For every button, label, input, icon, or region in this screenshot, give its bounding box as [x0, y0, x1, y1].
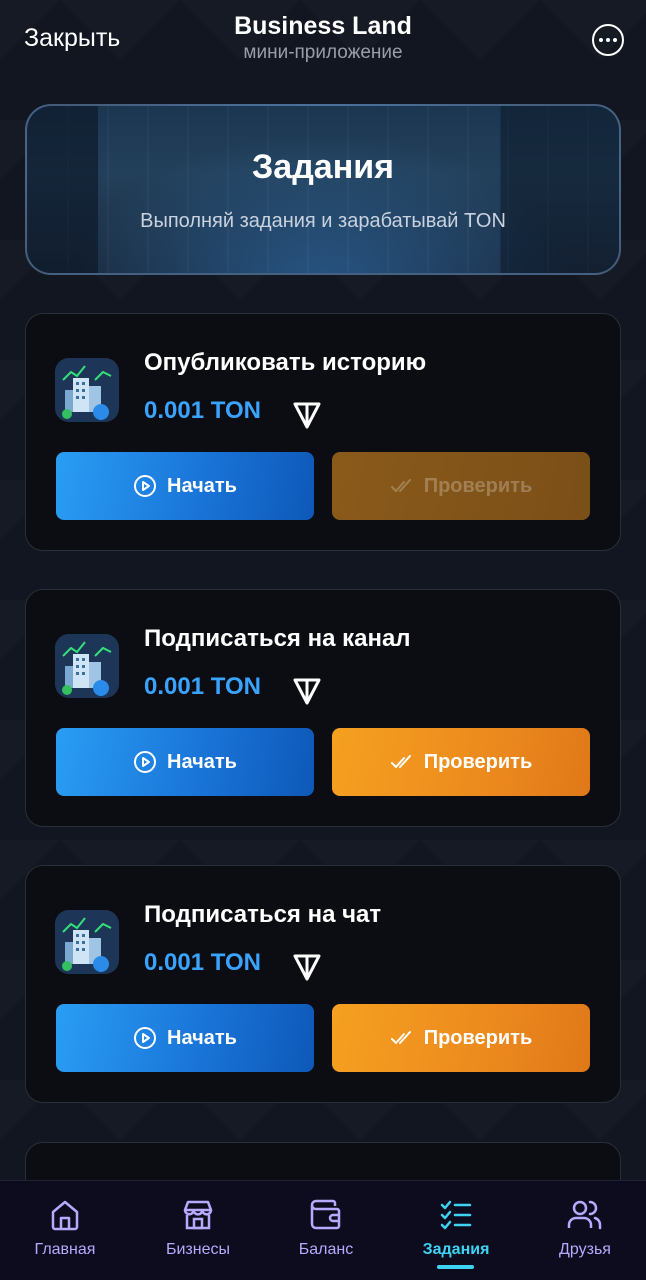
store-icon: [183, 1200, 213, 1230]
users-icon: [567, 1200, 602, 1230]
wallet-icon: [310, 1199, 341, 1230]
dot: [606, 38, 610, 42]
play-circle-icon: [134, 1027, 157, 1049]
nav-item-tasks[interactable]: Задания: [391, 1197, 521, 1259]
start-button-label: Начать: [167, 750, 237, 773]
check-button[interactable]: Проверить: [332, 728, 590, 796]
top-bar: Закрыть Business Land мини-приложение: [0, 0, 646, 84]
nav-item-businesses[interactable]: Бизнесы: [133, 1197, 263, 1259]
ton-icon: [293, 678, 321, 705]
play-circle-icon: [134, 475, 157, 497]
nav-item-home[interactable]: Главная: [0, 1197, 130, 1259]
task-card: Подписаться на канал 0.001 TON Начать Пр…: [25, 589, 621, 827]
task-reward: 0.001 TON: [144, 673, 261, 700]
double-check-icon: [390, 755, 411, 768]
nav-label-businesses: Бизнесы: [165, 1241, 230, 1258]
check-button-label: Проверить: [423, 750, 533, 773]
task-city-icon: [55, 634, 119, 698]
dot: [613, 38, 617, 42]
app-title-block: Business Land мини-приложение: [0, 10, 646, 64]
nav-label-home: Главная: [34, 1241, 96, 1258]
app-subtitle: мини-приложение: [243, 42, 403, 63]
task-title: Подписаться на чат: [144, 901, 382, 928]
task-title: Подписаться на канал: [144, 625, 411, 652]
task-card: Подписаться на чат 0.001 TON Начать Пров…: [25, 865, 621, 1103]
start-button-label: Начать: [167, 1026, 237, 1049]
bottom-navigation: Главная Бизнесы Баланс Задания Друзья: [0, 1180, 646, 1280]
nav-item-balance[interactable]: Баланс: [261, 1197, 391, 1259]
task-card: Опубликовать историю 0.001 TON Начать Пр…: [25, 313, 621, 551]
hero-background-image: [27, 106, 619, 273]
start-button-label: Начать: [167, 474, 237, 497]
dot: [599, 38, 603, 42]
nav-label-tasks: Задания: [422, 1241, 490, 1258]
start-button[interactable]: Начать: [56, 1004, 314, 1072]
check-button-label: Проверить: [423, 1026, 533, 1049]
nav-item-friends[interactable]: Друзья: [520, 1197, 646, 1259]
ton-icon: [293, 954, 321, 981]
check-button-label: Проверить: [423, 474, 533, 497]
double-check-icon: [390, 479, 411, 492]
tasks-icon: [440, 1200, 472, 1230]
double-check-icon: [390, 1031, 411, 1044]
task-city-icon: [55, 358, 119, 422]
hero-title: Задания: [252, 148, 394, 186]
check-button[interactable]: Проверить: [332, 1004, 590, 1072]
nav-label-balance: Баланс: [298, 1241, 354, 1258]
active-tab-indicator: [437, 1265, 474, 1269]
task-reward: 0.001 TON: [144, 949, 261, 976]
start-button[interactable]: Начать: [56, 728, 314, 796]
check-button[interactable]: Проверить: [332, 452, 590, 520]
hero-subtitle: Выполняй задания и зарабатывай TON: [140, 210, 506, 232]
task-reward: 0.001 TON: [144, 397, 261, 424]
start-button[interactable]: Начать: [56, 452, 314, 520]
nav-label-friends: Друзья: [559, 1241, 611, 1258]
ton-icon: [293, 402, 321, 429]
task-title: Опубликовать историю: [144, 349, 427, 376]
home-icon: [51, 1200, 79, 1231]
play-circle-icon: [134, 751, 157, 773]
task-city-icon: [55, 910, 119, 974]
app-title: Business Land: [234, 12, 412, 40]
more-options-icon[interactable]: [592, 24, 624, 56]
tasks-hero-banner: Задания Выполняй задания и зарабатывай T…: [25, 104, 621, 275]
